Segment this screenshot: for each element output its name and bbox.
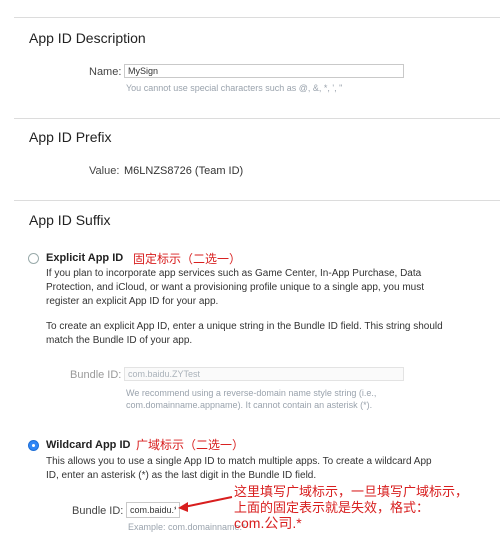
wildcard-radio[interactable] <box>28 440 39 451</box>
divider-suffix <box>14 200 500 201</box>
name-label: Name: <box>89 66 122 78</box>
wildcard-note-line3: com.公司.* <box>234 515 302 531</box>
annotation-arrow-icon <box>178 496 233 512</box>
wildcard-bundle-label: Bundle ID: <box>72 505 124 517</box>
explicit-description: If you plan to incorporate app services … <box>46 268 425 307</box>
description-title: App ID Description <box>29 30 146 46</box>
explicit-bundle-label: Bundle ID: <box>70 369 122 381</box>
suffix-title: App ID Suffix <box>29 212 111 228</box>
divider-top <box>14 17 500 18</box>
wildcard-label[interactable]: Wildcard App ID <box>46 439 130 451</box>
name-hint: You cannot use special characters such a… <box>126 83 343 93</box>
explicit-instructions: To create an explicit App ID, enter a un… <box>46 321 443 346</box>
prefix-title: App ID Prefix <box>29 129 112 145</box>
wildcard-bundle-input[interactable] <box>126 502 180 518</box>
prefix-value: M6LNZS8726 (Team ID) <box>124 165 244 177</box>
explicit-bundle-input[interactable] <box>124 367 404 381</box>
explicit-radio[interactable] <box>28 253 39 264</box>
explicit-bundle-hint: We recommend using a reverse-domain name… <box>126 388 377 410</box>
explicit-label[interactable]: Explicit App ID <box>46 252 123 264</box>
wildcard-description: This allows you to use a single App ID t… <box>46 456 432 481</box>
prefix-value-label: Value: <box>89 165 120 177</box>
wildcard-bundle-hint: Example: com.domainname.* <box>128 522 246 532</box>
divider-prefix <box>14 118 500 119</box>
wildcard-annotation: 广域标示（二选一） <box>136 438 245 452</box>
explicit-annotation: 固定标示（二选一） <box>133 252 242 266</box>
name-input[interactable] <box>124 64 404 78</box>
